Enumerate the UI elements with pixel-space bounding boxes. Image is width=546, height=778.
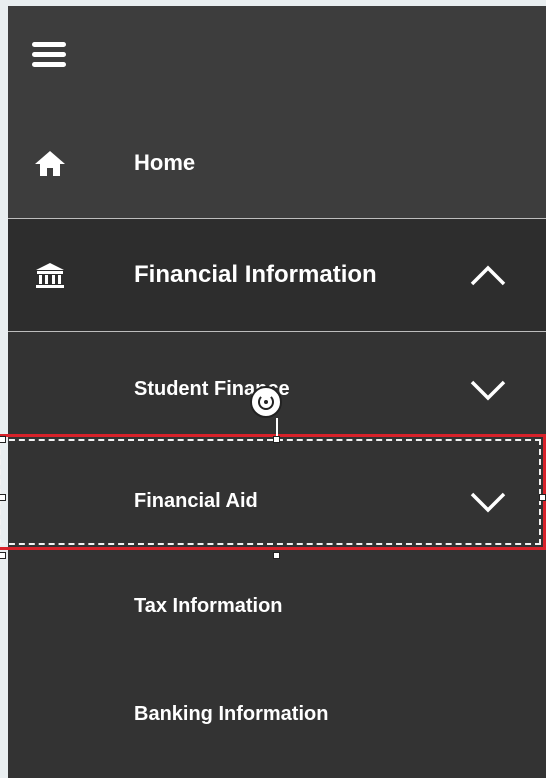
resize-handle[interactable] (0, 552, 6, 559)
resize-handle[interactable] (539, 494, 546, 501)
rotate-dot (264, 400, 268, 404)
nav-item-label: Financial Information (134, 261, 377, 288)
bank-icon (32, 257, 68, 293)
home-icon (32, 145, 68, 181)
subnav-item-financial-aid[interactable]: Financial Aid (8, 444, 546, 558)
subnav-item-tax-information[interactable]: Tax Information (8, 568, 546, 644)
rotate-icon[interactable] (250, 386, 282, 418)
menu-bar (32, 52, 66, 57)
resize-handle[interactable] (273, 552, 280, 559)
resize-handle[interactable] (273, 436, 280, 443)
chevron-down-icon[interactable] (468, 374, 508, 404)
subnav-item-label: Financial Aid (134, 489, 258, 512)
rotate-handle-stem (276, 418, 278, 436)
nav-item-label: Home (134, 150, 196, 175)
subnav-item-label: Tax Information (134, 594, 283, 617)
nav-item-home[interactable]: Home (8, 132, 546, 194)
chevron-up-icon[interactable] (468, 260, 508, 290)
subnav-item-banking-information[interactable]: Banking Information (8, 676, 546, 752)
chevron-down-icon[interactable] (468, 486, 508, 516)
nav-item-financial-information[interactable]: Financial Information (8, 218, 546, 332)
hamburger-menu-icon[interactable] (30, 38, 70, 78)
resize-handle[interactable] (0, 494, 6, 501)
resize-handle[interactable] (0, 436, 6, 443)
menu-bar (32, 42, 66, 47)
menu-bar (32, 62, 66, 67)
subnav-item-label: Banking Information (134, 702, 329, 725)
